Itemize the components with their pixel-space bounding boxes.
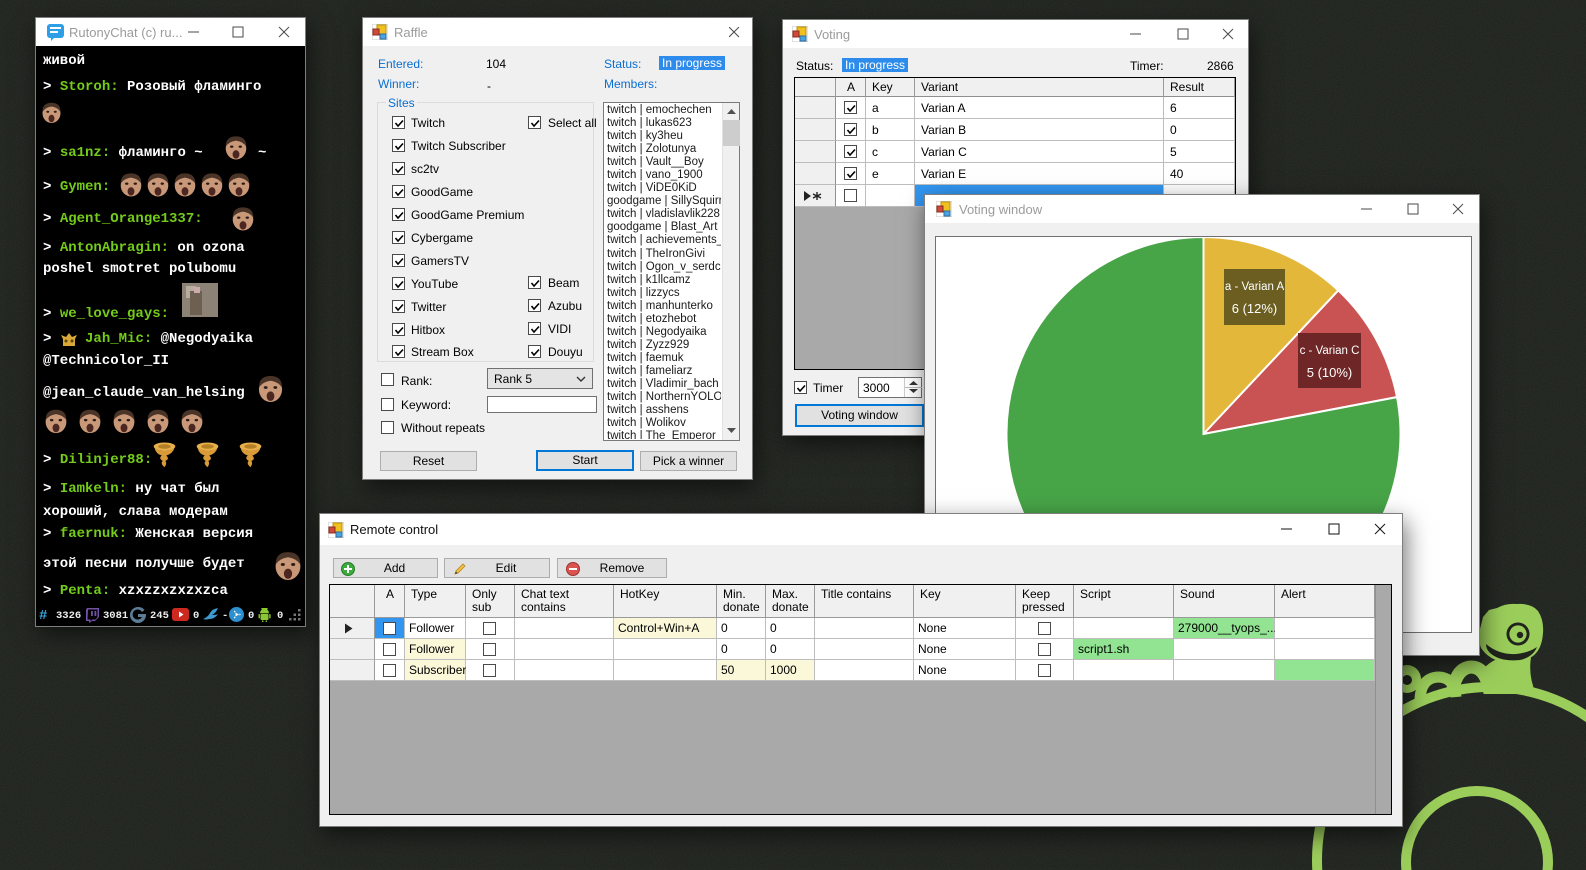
svg-text:a - Varian A: a - Varian A [1225,281,1285,293]
svg-text:c - Varian C: c - Varian C [1300,345,1360,357]
svg-text:6 (12%): 6 (12%) [1232,301,1278,316]
svg-text:5 (10%): 5 (10%) [1307,365,1353,380]
